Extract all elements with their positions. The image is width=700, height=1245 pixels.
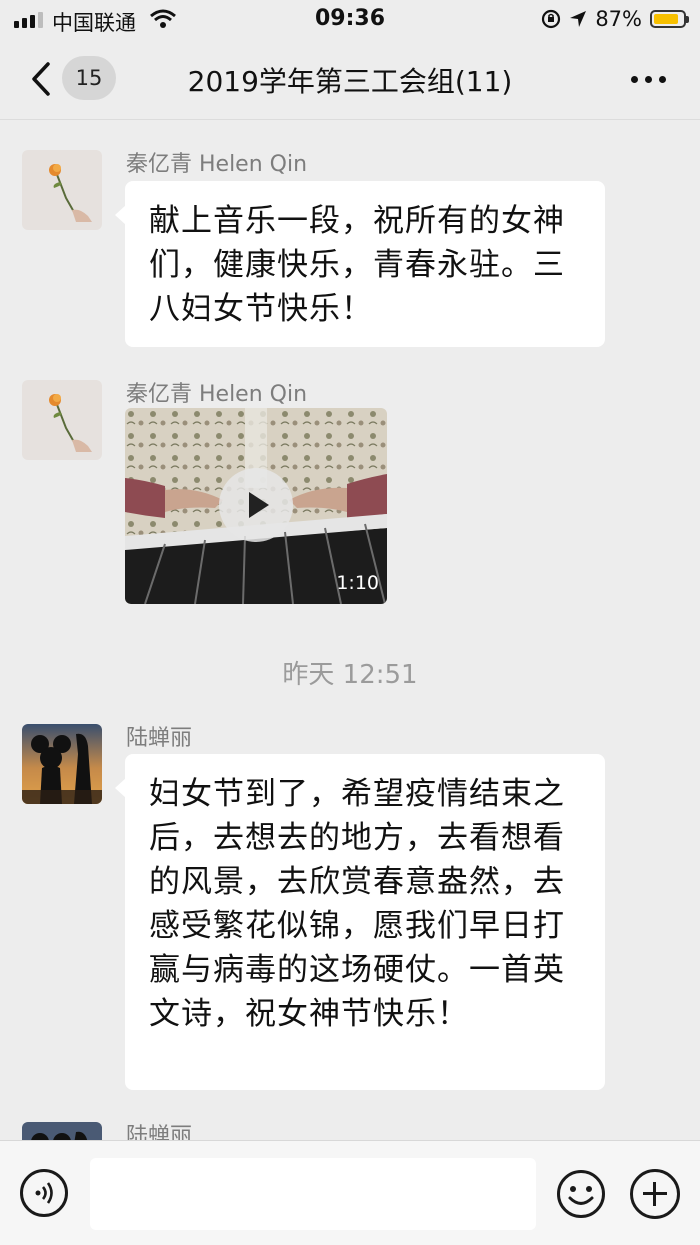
silhouette-avatar-image	[22, 1122, 102, 1140]
battery-icon	[650, 10, 689, 28]
sender-name: 秦亿青 Helen Qin	[126, 382, 308, 407]
ellipsis-icon[interactable]	[631, 76, 666, 83]
message-bubble[interactable]: 献上音乐一段，祝所有的女神们，健康快乐，青春永驻。三八妇女节快乐！	[115, 181, 605, 347]
status-bar: 中国联通 09:36 87%	[0, 0, 700, 40]
sender-name: 陆蝉丽	[126, 726, 193, 751]
avatar[interactable]	[22, 724, 102, 804]
emoji-icon[interactable]	[556, 1169, 606, 1219]
battery-percent: 87%	[595, 7, 642, 31]
time-divider: 昨天 12:51	[282, 660, 418, 690]
sender-name: 陆蝉丽	[126, 1124, 193, 1140]
rose-avatar-image	[22, 380, 102, 460]
orientation-lock-icon	[542, 9, 561, 29]
video-duration: 1:10	[336, 572, 379, 594]
chat-title: 2019学年第三工会组(11)	[187, 65, 513, 98]
silhouette-avatar-image	[22, 724, 102, 804]
battery-level	[654, 14, 679, 24]
plus-icon[interactable]	[630, 1169, 680, 1219]
play-icon[interactable]	[219, 468, 293, 542]
rose-avatar-image	[22, 150, 102, 230]
avatar[interactable]	[22, 1122, 102, 1140]
sender-name: 秦亿青 Helen Qin	[126, 152, 308, 177]
input-bar	[0, 1140, 700, 1245]
video-message[interactable]: 1:10	[125, 408, 387, 604]
message-input[interactable]	[90, 1158, 536, 1230]
avatar[interactable]	[22, 380, 102, 460]
voice-icon[interactable]	[20, 1169, 68, 1217]
avatar[interactable]	[22, 150, 102, 230]
message-bubble[interactable]: 妇女节到了，希望疫情结束之后，去想去的地方，去看想看的风景，去欣赏春意盎然，去感…	[115, 754, 605, 1090]
location-arrow-icon	[570, 11, 587, 27]
nav-bar: 15 2019学年第三工会组(11)	[0, 40, 700, 120]
